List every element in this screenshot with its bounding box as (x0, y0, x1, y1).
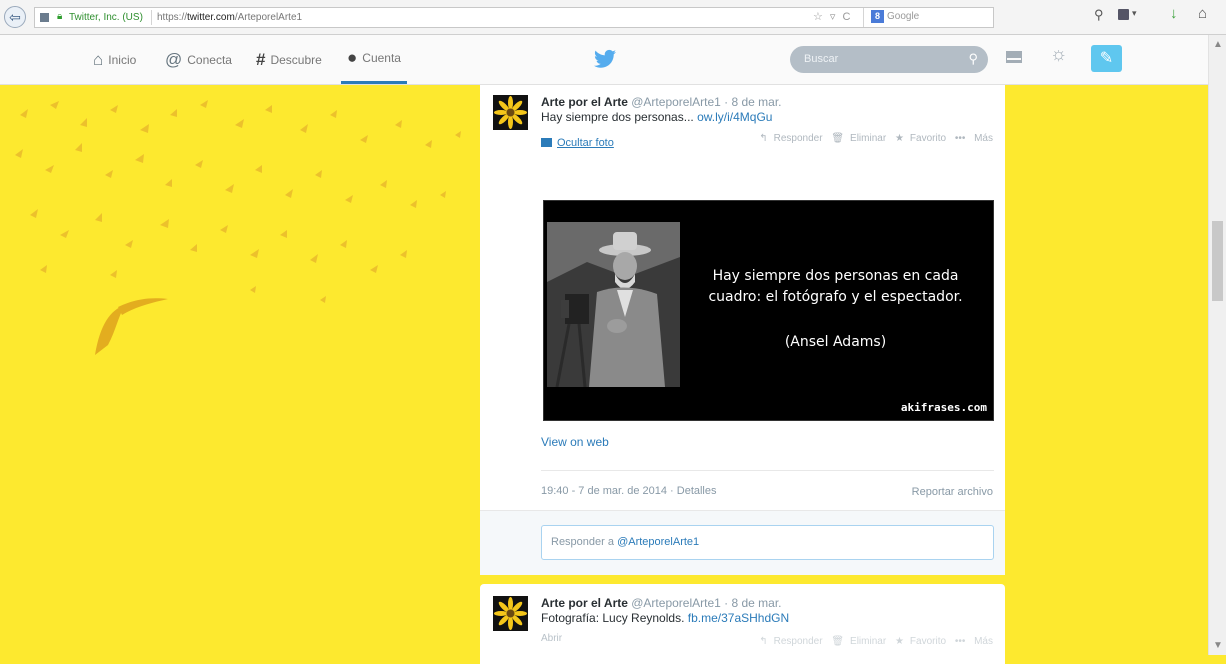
tweet-link[interactable]: fb.me/37aSHhdGN (688, 611, 789, 625)
delete-action[interactable]: 🗑︎ Eliminar (831, 133, 886, 144)
nav-conecta[interactable]: @ Conecta (165, 35, 232, 84)
ansel-adams-photo (547, 222, 680, 387)
reply-prefix: Responder a (551, 536, 614, 548)
tweet-text: Fotografía: Lucy Reynolds. fb.me/37aSHhd… (541, 611, 789, 625)
scroll-down-icon[interactable]: ▼ (1213, 640, 1223, 651)
image-watermark: akifrases.com (900, 401, 987, 414)
at-icon: @ (165, 49, 183, 69)
page-icon (40, 13, 49, 22)
tweet-handle[interactable]: @ArteporelArte1 (631, 596, 721, 610)
site-identity[interactable]: Twitter, Inc. (US) (69, 12, 143, 23)
tweet-text-content: Hay siempre dos personas... (541, 110, 694, 124)
tweet-timestamp[interactable]: 19:40 - 7 de mar. de 2014 · Detalles (541, 485, 717, 497)
nav-label: Inicio (108, 52, 137, 67)
reply-input[interactable]: Responder a @ArteporelArte1 (541, 525, 994, 560)
avatar[interactable] (493, 596, 528, 631)
url-separator (151, 10, 152, 25)
quote-text: Hay siempre dos personas en cada cuadro:… (708, 268, 963, 305)
tweet-date[interactable]: · 8 de mar. (724, 596, 781, 610)
twitter-topbar: ⌂ Inicio @ Conecta # Descubre ● Cuenta B… (0, 35, 1226, 85)
tweet-actions: ↰ Responder 🗑︎ Eliminar ★ Favorito ••• Más (753, 636, 993, 647)
bookmarks-icon[interactable] (1118, 9, 1129, 20)
reply-handle: @ArteporelArte1 (617, 536, 700, 548)
nav-descubre[interactable]: # Descubre (256, 35, 322, 84)
reply-action[interactable]: ↰ Responder (759, 133, 822, 144)
nav-label: Conecta (187, 52, 232, 67)
favorite-action[interactable]: ★ Favorito (895, 133, 946, 144)
back-arrow-icon[interactable]: ⇦ (4, 6, 26, 28)
download-icon[interactable]: ↓ (1170, 5, 1178, 22)
tweet[interactable]: Arte por el Arte @ArteporelArte1 · 8 de … (480, 584, 1005, 664)
browser-toolbar: ⇦ 🔒︎ Twitter, Inc. (US) https://twitter.… (0, 0, 1226, 35)
quote-author: (Ansel Adams) (784, 334, 887, 350)
scroll-up-icon[interactable]: ▲ (1213, 39, 1223, 50)
tweet-text-content: Fotografía: Lucy Reynolds. (541, 611, 685, 625)
hide-photo-label: Ocultar foto (557, 137, 614, 149)
tweet-header: Arte por el Arte @ArteporelArte1 · 8 de … (541, 596, 782, 610)
chevron-down-icon[interactable]: ▾ (1132, 8, 1137, 19)
search-placeholder: Buscar (804, 53, 839, 65)
home-icon: ⌂ (93, 49, 104, 69)
timeline: Arte por el Arte @ArteporelArte1 · 8 de … (480, 85, 1005, 664)
nav-label: Descubre (270, 52, 322, 67)
compose-tweet-button[interactable]: ✎ (1091, 45, 1122, 72)
reply-action[interactable]: ↰ Responder (759, 636, 822, 647)
avatar[interactable] (493, 95, 528, 130)
hash-icon: # (256, 49, 266, 69)
magnifier-icon[interactable]: ⚲ (1094, 7, 1104, 23)
tweet-author-name[interactable]: Arte por el Arte (541, 596, 628, 610)
report-link[interactable]: Reportar archivo (912, 486, 993, 498)
divider (541, 470, 994, 471)
address-bar[interactable]: 🔒︎ Twitter, Inc. (US) https://twitter.co… (34, 7, 994, 28)
url-actions[interactable]: ☆ ▿ C (813, 10, 852, 23)
lock-icon: 🔒︎ (57, 11, 63, 22)
browser-search-field[interactable]: Google (887, 11, 919, 22)
favorite-action[interactable]: ★ Favorito (895, 636, 946, 647)
search-icon[interactable]: ⚲ (968, 51, 978, 67)
person-icon: ● (347, 48, 358, 67)
hide-photo-link[interactable]: Ocultar foto (541, 137, 614, 149)
tweet-expanded[interactable]: Arte por el Arte @ArteporelArte1 · 8 de … (480, 85, 1005, 575)
nav-label: Cuenta (362, 51, 401, 65)
delete-action[interactable]: 🗑︎ Eliminar (831, 636, 886, 647)
scrollbar-thumb[interactable] (1212, 221, 1223, 301)
tweet-author-name[interactable]: Arte por el Arte (541, 95, 628, 109)
tweet-photo[interactable]: Hay siempre dos personas en cada cuadro:… (543, 200, 994, 421)
tweet-handle[interactable]: @ArteporelArte1 (631, 95, 721, 109)
more-action[interactable]: ••• Más (955, 133, 993, 144)
nav-cuenta[interactable]: ● Cuenta (341, 35, 407, 84)
mail-icon[interactable] (1006, 51, 1022, 63)
tweet-actions: ↰ Responder 🗑︎ Eliminar ★ Favorito ••• Más (753, 133, 993, 144)
tweet-date[interactable]: · 8 de mar. (724, 95, 781, 109)
photo-icon (541, 138, 552, 147)
search-separator (863, 8, 864, 27)
view-on-web-link[interactable]: View on web (541, 435, 609, 449)
open-tweet-link[interactable]: Abrir (541, 633, 562, 644)
home-icon[interactable]: ⌂ (1198, 5, 1207, 22)
twitter-bird-icon[interactable] (594, 49, 616, 69)
search-input[interactable]: Buscar ⚲ (790, 46, 988, 73)
reply-area: Responder a @ArteporelArte1 (480, 510, 1005, 575)
url-text[interactable]: https://twitter.com/ArteporelArte1 (157, 12, 302, 23)
gear-icon[interactable]: ☼ (1050, 44, 1067, 66)
nav-inicio[interactable]: ⌂ Inicio (93, 35, 136, 84)
search-engine-icon[interactable]: 8 (871, 10, 884, 23)
page-scrollbar[interactable]: ▲ ▼ (1208, 35, 1226, 655)
tweet-text: Hay siempre dos personas... ow.ly/i/4MqG… (541, 110, 772, 124)
background-butterflies-art (15, 100, 461, 355)
more-action[interactable]: ••• Más (955, 636, 993, 647)
tweet-link[interactable]: ow.ly/i/4MqGu (697, 110, 772, 124)
tweet-header: Arte por el Arte @ArteporelArte1 · 8 de … (541, 95, 782, 109)
